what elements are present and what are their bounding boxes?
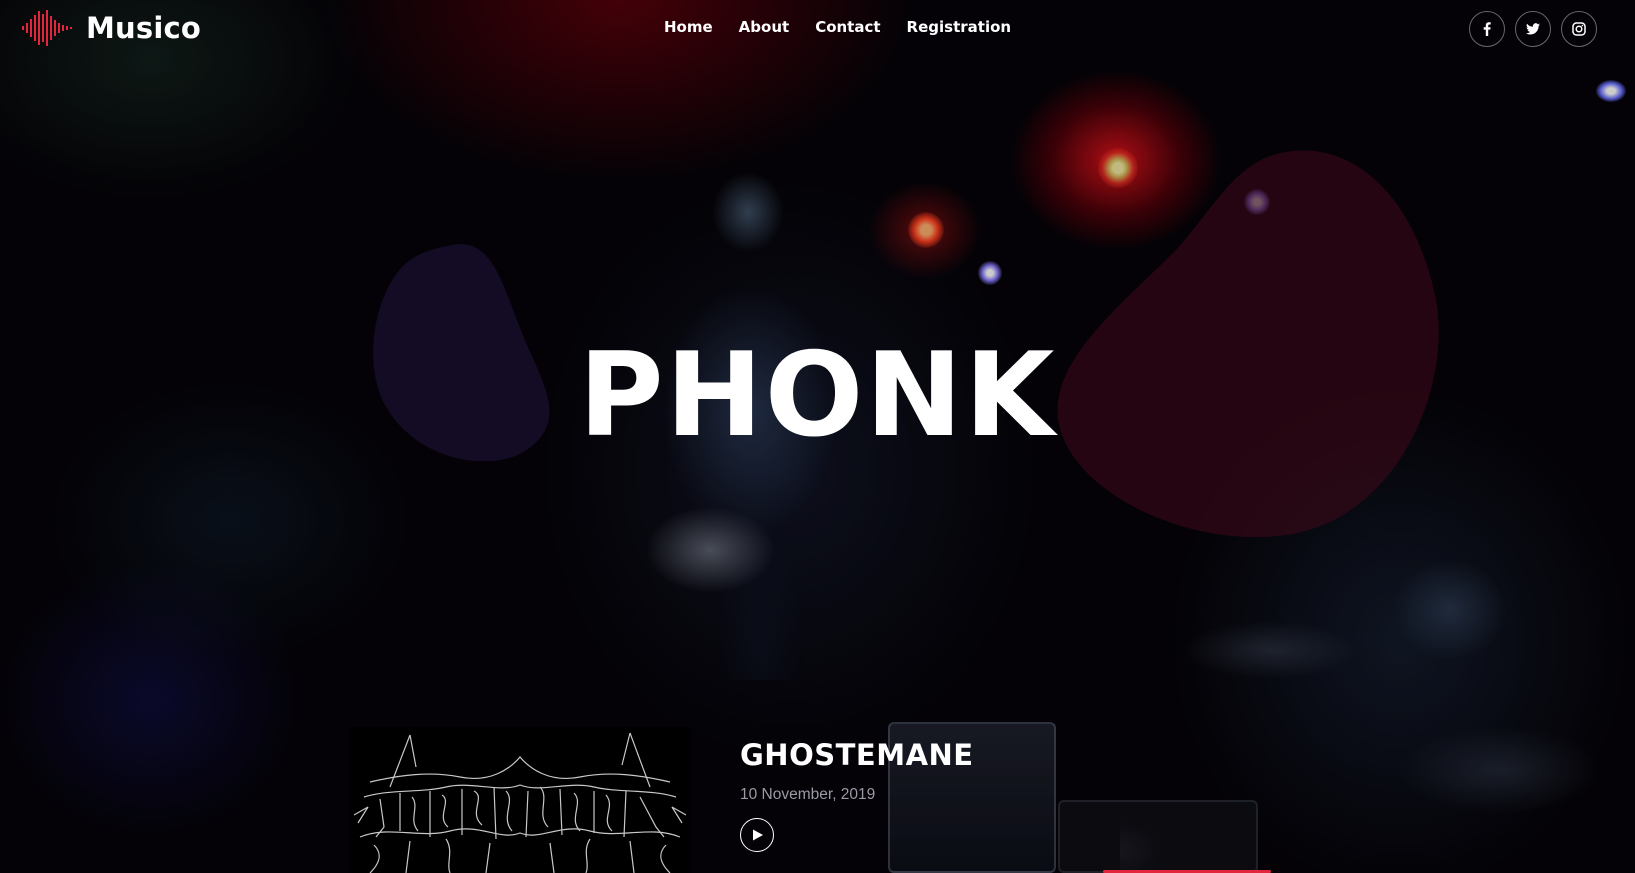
album-art-logo-drawing	[353, 732, 687, 873]
twitter-button[interactable]	[1515, 11, 1551, 47]
instagram-button[interactable]	[1561, 11, 1597, 47]
track-date: 10 November, 2019	[740, 785, 876, 803]
brand-name: Musico	[86, 11, 202, 45]
track-info: GHOSTEMANE 10 November, 2019	[740, 738, 974, 804]
instagram-icon	[1572, 22, 1586, 36]
site-header: Musico Home About Contact Registration	[0, 0, 1635, 58]
facebook-icon	[1483, 22, 1491, 36]
nav-registration[interactable]: Registration	[907, 18, 1012, 36]
facebook-button[interactable]	[1469, 11, 1505, 47]
twitter-icon	[1526, 23, 1540, 35]
play-button[interactable]	[740, 818, 774, 852]
album-art[interactable]	[350, 727, 690, 873]
main-nav: Home About Contact Registration	[664, 18, 1011, 36]
logo[interactable]: Musico	[22, 10, 201, 46]
hero-title: PHONK	[578, 328, 1057, 463]
sound-wave-icon	[22, 10, 72, 46]
social-links	[1469, 11, 1597, 47]
nav-home[interactable]: Home	[664, 18, 713, 36]
nav-about[interactable]: About	[739, 18, 790, 36]
play-icon	[753, 829, 763, 841]
track-artist: GHOSTEMANE	[740, 738, 974, 772]
nav-contact[interactable]: Contact	[815, 18, 880, 36]
